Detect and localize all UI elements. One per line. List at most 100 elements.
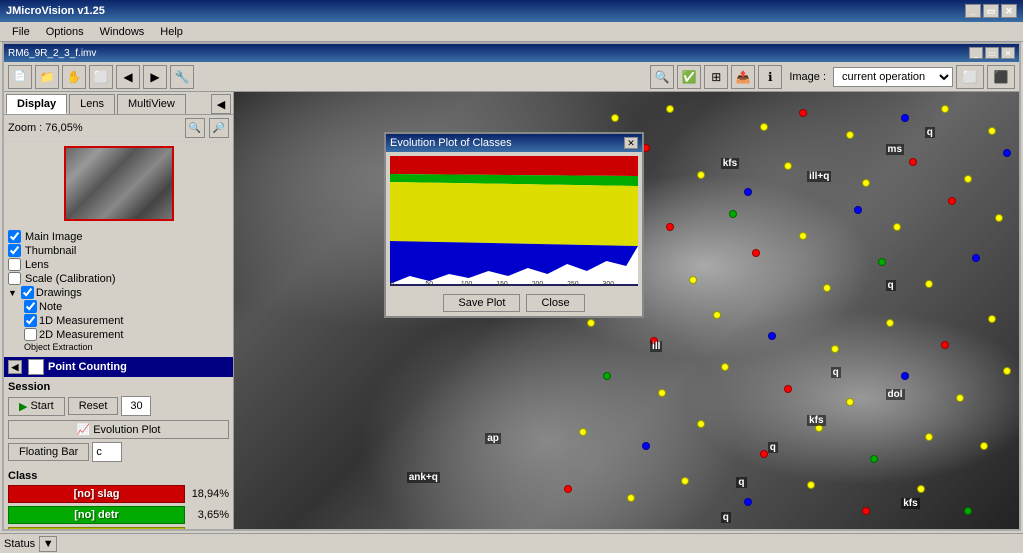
nav-prev-btn[interactable]: ◀ [116,65,140,89]
img-btn1[interactable]: ⬜ [956,65,984,89]
sub-restore-button[interactable]: ▭ [985,47,999,59]
evo-title-bar: Evolution Plot of Classes ✕ [386,134,642,152]
class-bar-0[interactable]: [no] slag [8,485,185,503]
floating-bar-input[interactable]: c [92,442,122,462]
check-thumbnail-input[interactable] [8,244,21,257]
title-bar: JMicroVision v1.25 _ ▭ ✕ [0,0,1023,22]
floating-bar-button[interactable]: Floating Bar [8,443,89,461]
select-btn[interactable]: ⬜ [89,65,113,89]
menu-file[interactable]: File [4,24,38,40]
img-label-7: dol [886,389,905,400]
check-drawings-input[interactable] [21,286,34,299]
close-button[interactable]: ✕ [1001,4,1017,18]
check-1d-input[interactable] [24,314,37,327]
sub-close-button[interactable]: ✕ [1001,47,1015,59]
restore-button[interactable]: ▭ [983,4,999,18]
tab-multiview[interactable]: MultiView [117,94,186,114]
sub-minimize-button[interactable]: _ [969,47,983,59]
chart-red-area [390,156,638,176]
class-row-2: [no] nem karb 61,46% [8,527,229,529]
panel-collapse-btn[interactable]: ◀ [211,94,231,114]
menu-options[interactable]: Options [38,24,92,40]
class-bar-2[interactable]: [no] nem karb [8,527,185,529]
title-controls[interactable]: _ ▭ ✕ [965,4,1017,18]
dot-40 [941,341,949,349]
class-name-0: [no] slag [74,488,120,500]
check-thumbnail-label: Thumbnail [25,245,76,257]
check-btn[interactable]: ✅ [677,65,701,89]
thumbnail-image [64,146,174,221]
dot-44 [721,363,729,371]
check-lens-input[interactable] [8,258,21,271]
tab-display[interactable]: Display [6,94,67,114]
img-btn2[interactable]: ⬛ [987,65,1015,89]
tree-2d: 2D Measurement [8,328,229,341]
dot-0 [611,114,619,122]
file-btn[interactable]: 📄 [8,65,32,89]
export-btn[interactable]: 📤 [731,65,755,89]
reset-button[interactable]: Reset [68,397,119,415]
dot-12 [784,162,792,170]
evo-icon: 📈 [77,423,91,436]
search-btn[interactable]: 🔍 [650,65,674,89]
img-label-1: q [886,280,896,291]
tool-btn[interactable]: 🔧 [170,65,194,89]
minimize-button[interactable]: _ [965,4,981,18]
collapse-icon[interactable]: ◀ [8,360,22,374]
check-main-image: Main Image [8,230,229,243]
point-counting-header[interactable]: ◀ ⊞ Point Counting [4,357,233,377]
tab-lens[interactable]: Lens [69,94,115,114]
dot-19 [666,223,674,231]
check-lens-label: Lens [25,259,49,271]
dot-39 [886,319,894,327]
check-2d-input[interactable] [24,328,37,341]
menu-help[interactable]: Help [152,24,191,40]
open-btn[interactable]: 📁 [35,65,59,89]
dot-42 [603,372,611,380]
status-bar: Status ▼ [0,533,1023,553]
dot-62 [807,481,815,489]
dot-58 [564,485,572,493]
close-plot-button[interactable]: Close [526,294,584,312]
evo-title: Evolution Plot of Classes [390,137,512,149]
info-btn[interactable]: ℹ [758,65,782,89]
grid-btn[interactable]: ⊞ [704,65,728,89]
class-row-1: [no] detr 3,65% [8,506,229,524]
evo-close-icon[interactable]: ✕ [624,137,638,149]
hand-btn[interactable]: ✋ [62,65,86,89]
sub-title-controls[interactable]: _ ▭ ✕ [969,47,1015,59]
dot-55 [870,455,878,463]
check-scale-input[interactable] [8,272,21,285]
save-plot-button[interactable]: Save Plot [443,294,520,312]
chart-yellow-area [390,182,638,246]
class-row-0: [no] slag 18,94% [8,485,229,503]
menu-windows[interactable]: Windows [92,24,153,40]
thumbnail-container [4,142,233,225]
status-expand-btn[interactable]: ▼ [39,536,57,552]
x-label-250: 250 [567,281,579,286]
check-note-input[interactable] [24,300,37,313]
zoom-in-btn[interactable]: 🔍 [185,118,205,138]
dot-60 [681,477,689,485]
check-note-label: Note [39,301,62,313]
tree-drawings: ▼ Drawings [8,286,229,299]
dot-22 [854,206,862,214]
class-bar-1[interactable]: [no] detr [8,506,185,524]
img-label-8: ms [886,144,904,155]
zoom-out-btn[interactable]: 🔎 [209,118,229,138]
status-text: Status [4,538,35,550]
dot-2 [760,123,768,131]
sub-title-bar: RM6_9R_2_3_f.imv _ ▭ ✕ [4,44,1019,62]
count-input[interactable]: 30 [121,396,151,416]
session-label: Session [8,381,229,393]
start-button[interactable]: ▶ Start [8,397,65,416]
image-select[interactable]: current operation [833,67,953,87]
evolution-plot-button[interactable]: 📈 Evolution Plot [8,420,229,439]
thumbnail-bg [66,148,172,219]
check-main-image-input[interactable] [8,230,21,243]
x-label-100: 100 [461,281,473,286]
session-buttons: ▶ Start Reset 30 [8,396,229,416]
nav-next-btn[interactable]: ▶ [143,65,167,89]
evo-plot-area: 0 50 100 150 200 250 300 [390,156,638,286]
dot-48 [956,394,964,402]
